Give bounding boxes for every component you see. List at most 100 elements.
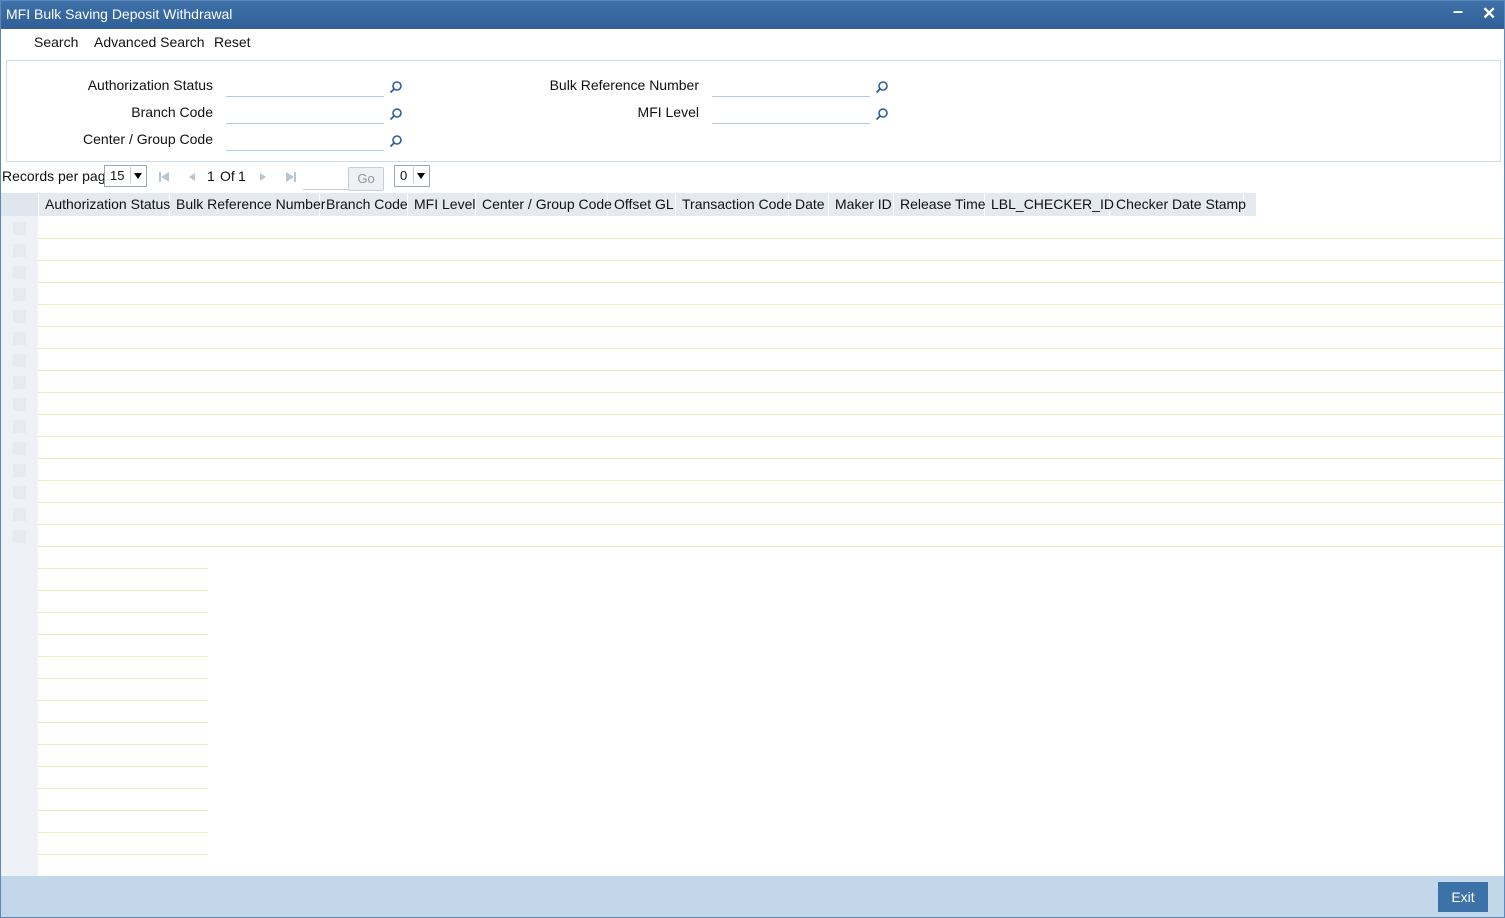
exit-button[interactable]: Exit	[1438, 882, 1488, 912]
results-grid-header: Authorization Status Bulk Reference Numb…	[1, 193, 1256, 216]
previous-page-icon[interactable]	[185, 170, 199, 184]
secondary-select[interactable]: 0	[394, 165, 430, 187]
row-checkbox[interactable]	[12, 331, 27, 346]
first-page-icon[interactable]	[157, 170, 171, 184]
column-header-authorization-status[interactable]: Authorization Status	[39, 193, 170, 216]
row-checkbox[interactable]	[12, 243, 27, 258]
column-header-release-time[interactable]: Release Time	[894, 193, 986, 216]
records-per-page-label: Records per page	[2, 168, 114, 184]
table-row	[38, 854, 208, 855]
table-row	[38, 810, 208, 811]
center-group-code-search-icon[interactable]	[389, 134, 403, 148]
bulk-reference-number-input[interactable]	[712, 76, 870, 97]
table-row	[38, 524, 1504, 525]
column-header-checker-id[interactable]: LBL_CHECKER_ID	[985, 193, 1114, 216]
table-row	[38, 414, 1504, 415]
table-row	[38, 392, 1504, 393]
column-header-branch-code[interactable]: Branch Code	[320, 193, 408, 216]
toolbar: Search Advanced Search Reset	[1, 29, 1504, 54]
total-pages: 1	[238, 168, 246, 184]
row-checkbox[interactable]	[12, 507, 27, 522]
table-row	[38, 260, 1504, 261]
table-row	[38, 744, 208, 745]
branch-code-input[interactable]	[226, 103, 384, 124]
row-checkbox[interactable]	[12, 463, 27, 478]
secondary-select-value: 0	[400, 168, 408, 183]
table-row	[38, 656, 208, 657]
next-page-icon[interactable]	[256, 170, 270, 184]
authorization-status-search-icon[interactable]	[389, 80, 403, 94]
row-checkbox[interactable]	[12, 485, 27, 500]
bulk-reference-number-search-icon[interactable]	[875, 80, 889, 94]
branch-code-search-icon[interactable]	[389, 107, 403, 121]
table-row	[38, 678, 208, 679]
center-group-code-label: Center / Group Code	[83, 131, 213, 147]
table-row	[38, 700, 208, 701]
advanced-search-button[interactable]: Advanced Search	[94, 34, 205, 50]
row-checkbox[interactable]	[12, 265, 27, 280]
table-row	[38, 370, 1504, 371]
table-row	[38, 612, 208, 613]
current-page: 1	[207, 168, 215, 184]
column-header-maker-id[interactable]: Maker ID	[829, 193, 894, 216]
column-header-bulk-reference-number[interactable]: Bulk Reference Number	[170, 193, 325, 216]
table-row	[38, 722, 208, 723]
close-icon[interactable]: ✕	[1482, 4, 1496, 24]
row-checkbox[interactable]	[12, 419, 27, 434]
table-row	[38, 348, 1504, 349]
table-row	[38, 788, 208, 789]
table-row	[38, 282, 1504, 283]
table-row	[38, 832, 208, 833]
row-checkbox[interactable]	[12, 353, 27, 368]
row-checkbox[interactable]	[12, 529, 27, 544]
column-header-mfi-level[interactable]: MFI Level	[408, 193, 476, 216]
column-header-checker-date-stamp[interactable]: Checker Date Stamp	[1110, 193, 1246, 216]
row-checkbox[interactable]	[12, 397, 27, 412]
column-header-transaction-code[interactable]: Transaction Code	[676, 193, 792, 216]
table-row	[38, 590, 208, 591]
branch-code-label: Branch Code	[131, 104, 213, 120]
mfi-level-search-icon[interactable]	[875, 107, 889, 121]
table-row	[38, 568, 208, 569]
chevron-down-icon	[130, 167, 145, 183]
table-row	[38, 766, 208, 767]
page-number-input[interactable]	[303, 167, 349, 190]
mfi-level-input[interactable]	[712, 103, 870, 124]
last-page-icon[interactable]	[284, 170, 298, 184]
table-row	[38, 546, 1504, 547]
table-row	[38, 238, 1504, 239]
table-row	[38, 436, 1504, 437]
row-checkbox[interactable]	[12, 221, 27, 236]
table-row	[38, 502, 1504, 503]
reset-button[interactable]: Reset	[214, 34, 251, 50]
center-group-code-input[interactable]	[226, 130, 384, 151]
footer-bar: Exit	[1, 876, 1504, 917]
select-all-column[interactable]	[1, 193, 39, 216]
of-label: Of	[220, 168, 235, 184]
column-header-offset-gl[interactable]: Offset GL	[608, 193, 676, 216]
window-title: MFI Bulk Saving Deposit Withdrawal	[6, 6, 233, 22]
go-button[interactable]: Go	[348, 167, 384, 191]
row-checkbox[interactable]	[12, 287, 27, 302]
row-checkbox[interactable]	[12, 441, 27, 456]
records-per-page-select[interactable]: 15	[104, 165, 147, 187]
mfi-level-label: MFI Level	[637, 104, 699, 120]
table-row	[38, 326, 1504, 327]
table-row	[38, 634, 208, 635]
minimize-icon[interactable]: –	[1453, 1, 1463, 22]
authorization-status-label: Authorization Status	[87, 77, 213, 93]
chevron-down-icon	[413, 167, 428, 183]
row-checkbox[interactable]	[12, 375, 27, 390]
table-row	[38, 304, 1504, 305]
search-button[interactable]: Search	[34, 34, 78, 50]
main-window: MFI Bulk Saving Deposit Withdrawal – ✕ S…	[0, 0, 1505, 918]
column-header-center-group-code[interactable]: Center / Group Code	[476, 193, 612, 216]
table-row	[38, 480, 1504, 481]
pagination-bar: Records per page 15 1 Of 1 Go 0	[1, 164, 1504, 191]
row-checkbox[interactable]	[12, 309, 27, 324]
records-per-page-value: 15	[110, 168, 125, 183]
bulk-reference-number-label: Bulk Reference Number	[549, 77, 699, 93]
authorization-status-input[interactable]	[226, 76, 384, 97]
column-header-date[interactable]: Date	[789, 193, 829, 216]
table-row	[38, 458, 1504, 459]
